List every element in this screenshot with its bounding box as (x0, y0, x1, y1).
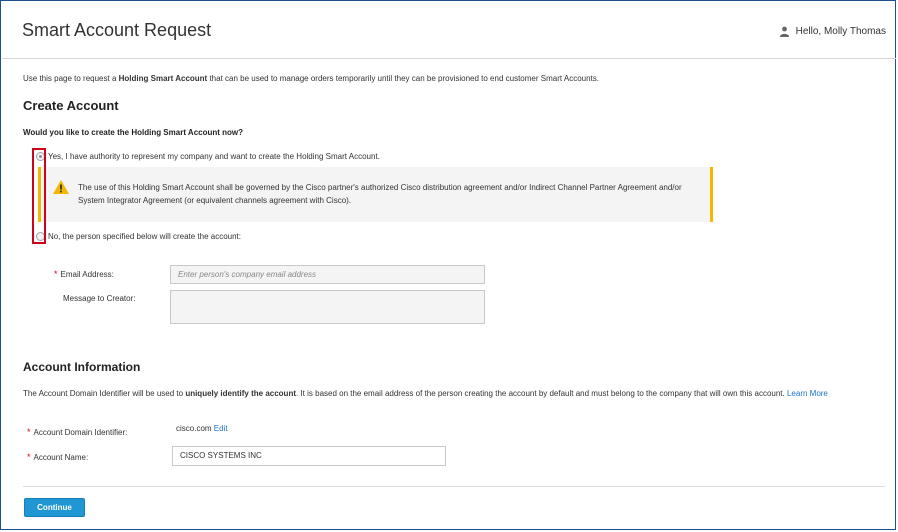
message-to-creator-field[interactable] (170, 290, 485, 324)
required-marker: * (27, 427, 31, 437)
email-label-text: Email Address: (60, 270, 114, 279)
email-label: * Email Address: (54, 269, 114, 279)
required-marker: * (27, 452, 31, 462)
desc-text-bold: uniquely identify the account (185, 389, 296, 398)
account-info-description: The Account Domain Identifier will be us… (23, 388, 883, 399)
create-account-question: Would you like to create the Holding Sma… (23, 128, 244, 137)
edit-domain-link[interactable]: Edit (214, 424, 228, 433)
account-info-heading: Account Information (23, 360, 141, 374)
desc-text-part: . It is based on the email address of th… (296, 389, 787, 398)
domain-label: * Account Domain Identifier: (27, 427, 127, 437)
learn-more-link[interactable]: Learn More (787, 389, 828, 398)
domain-value-row: cisco.com Edit (176, 424, 228, 433)
radio-yes-label: Yes, I have authority to represent my co… (48, 152, 380, 161)
radio-no-label: No, the person specified below will crea… (48, 232, 241, 241)
message-label: Message to Creator: (63, 294, 136, 303)
intro-text-part: Use this page to request a (23, 74, 119, 83)
page-title: Smart Account Request (22, 20, 212, 40)
account-name-label: * Account Name: (27, 452, 88, 462)
create-account-heading: Create Account (23, 98, 119, 113)
divider (23, 486, 885, 487)
account-name-label-text: Account Name: (33, 453, 89, 462)
domain-label-text: Account Domain Identifier: (33, 428, 128, 437)
highlight-box (32, 148, 46, 244)
user-greeting: Hello, Molly Thomas (795, 26, 886, 37)
desc-text-part: The Account Domain Identifier will be us… (23, 389, 186, 398)
intro-text-part: that can be used to manage orders tempor… (207, 74, 599, 83)
radio-option-no[interactable]: No, the person specified below will crea… (36, 232, 241, 241)
email-field[interactable]: Enter person's company email address (170, 265, 485, 284)
account-name-input[interactable]: CISCO SYSTEMS INC (172, 446, 446, 466)
warning-icon (53, 180, 69, 194)
radio-option-yes[interactable]: Yes, I have authority to represent my co… (36, 152, 380, 161)
user-icon (779, 26, 789, 37)
required-marker: * (54, 269, 58, 279)
warning-text: The use of this Holding Smart Account sh… (78, 183, 682, 205)
intro-text-bold: Holding Smart Account (118, 74, 208, 83)
user-menu[interactable]: Hello, Molly Thomas (779, 26, 886, 37)
intro-text: Use this page to request a Holding Smart… (23, 74, 599, 83)
continue-button[interactable]: Continue (24, 498, 85, 517)
domain-value: cisco.com (176, 424, 212, 433)
